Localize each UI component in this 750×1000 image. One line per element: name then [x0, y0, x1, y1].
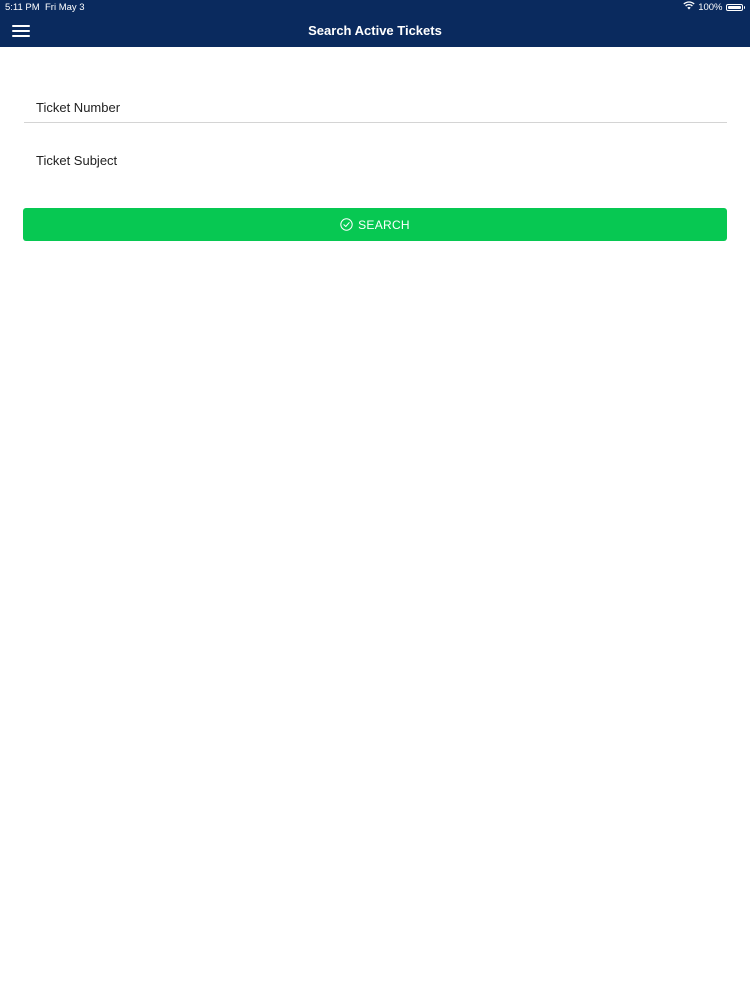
- status-date: Fri May 3: [45, 2, 85, 13]
- search-button[interactable]: SEARCH: [23, 208, 727, 241]
- ticket-number-field: [24, 96, 727, 123]
- battery-cap: [743, 6, 745, 9]
- battery-icon: [725, 4, 743, 11]
- ticket-number-underline: [24, 122, 727, 123]
- ticket-subject-input[interactable]: [24, 149, 727, 171]
- status-indicators: 100%: [683, 0, 745, 15]
- check-circle-icon: [340, 218, 353, 231]
- status-time: 5:11 PM: [5, 2, 40, 13]
- ticket-number-input[interactable]: [24, 96, 727, 118]
- battery-percent: 100%: [698, 2, 723, 13]
- status-bar: 5:11 PM Fri May 3 100%: [0, 0, 750, 15]
- wifi-icon: [683, 0, 695, 15]
- search-button-label: SEARCH: [358, 217, 410, 232]
- ticket-subject-field: [24, 149, 727, 171]
- page-title: Search Active Tickets: [308, 23, 442, 38]
- top-bar: 5:11 PM Fri May 3 100% Search Active Tic…: [0, 0, 750, 47]
